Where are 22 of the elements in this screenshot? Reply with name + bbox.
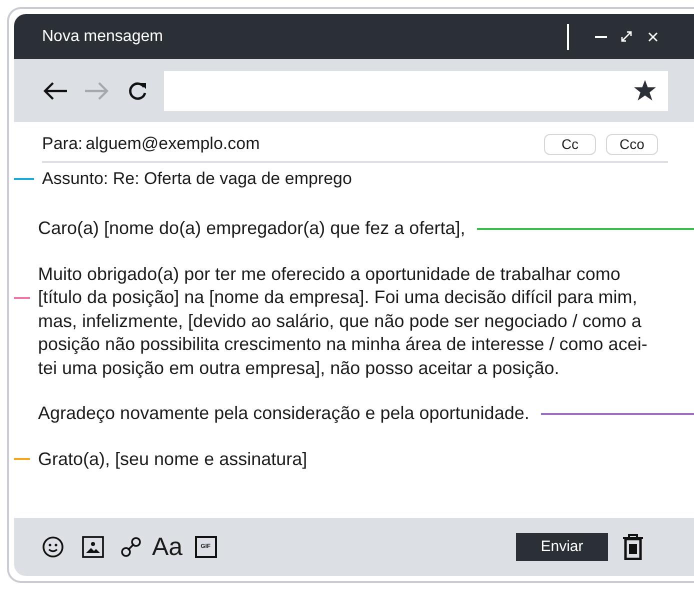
subject-line[interactable]: Assunto: Re: Oferta de vaga de emprego (42, 166, 352, 192)
address-field[interactable] (164, 70, 668, 110)
to-label: Para: (42, 133, 83, 156)
bcc-button[interactable]: Cco (606, 134, 658, 154)
text-format-button[interactable]: Aa (152, 534, 183, 560)
cc-button[interactable]: Cc (544, 134, 596, 154)
star-icon[interactable] (634, 80, 656, 101)
reload-icon[interactable] (128, 80, 148, 100)
emoji-icon[interactable] (42, 536, 64, 558)
link-icon[interactable] (120, 536, 142, 558)
window-title: Nova mensagem (42, 26, 164, 46)
expand-icon[interactable] (621, 31, 632, 42)
body-paragraph: Caro(a) [nome do(a) empregador(a) que fez a oferta], (38, 217, 466, 240)
trash-icon[interactable] (622, 534, 644, 560)
close-icon[interactable] (648, 32, 658, 42)
body-paragraph: Grato(a), [seu nome e assinatura] (38, 448, 308, 471)
body-paragraph: Muito obrigado(a) por ter me oferecido a oportunidade de trabalhar como [título da posição] na [nome da empresa]. Foi uma decisão difícil para mim, mas, infelizmente, [devido ao salário, que não pode ser negociado / como a posição não possibilita crescimento na minha área de interesse / como acei- tei uma posição em outra empresa], não posso aceitar a posição. (38, 262, 648, 380)
body-paragraph: Agradeço novamente pela consideração e pela oportunidade. (38, 402, 530, 425)
image-icon[interactable] (82, 536, 104, 558)
recipient-address[interactable]: alguem@exemplo.com (86, 131, 544, 157)
back-arrow-icon[interactable] (42, 80, 68, 100)
send-button[interactable]: Enviar (516, 533, 608, 561)
